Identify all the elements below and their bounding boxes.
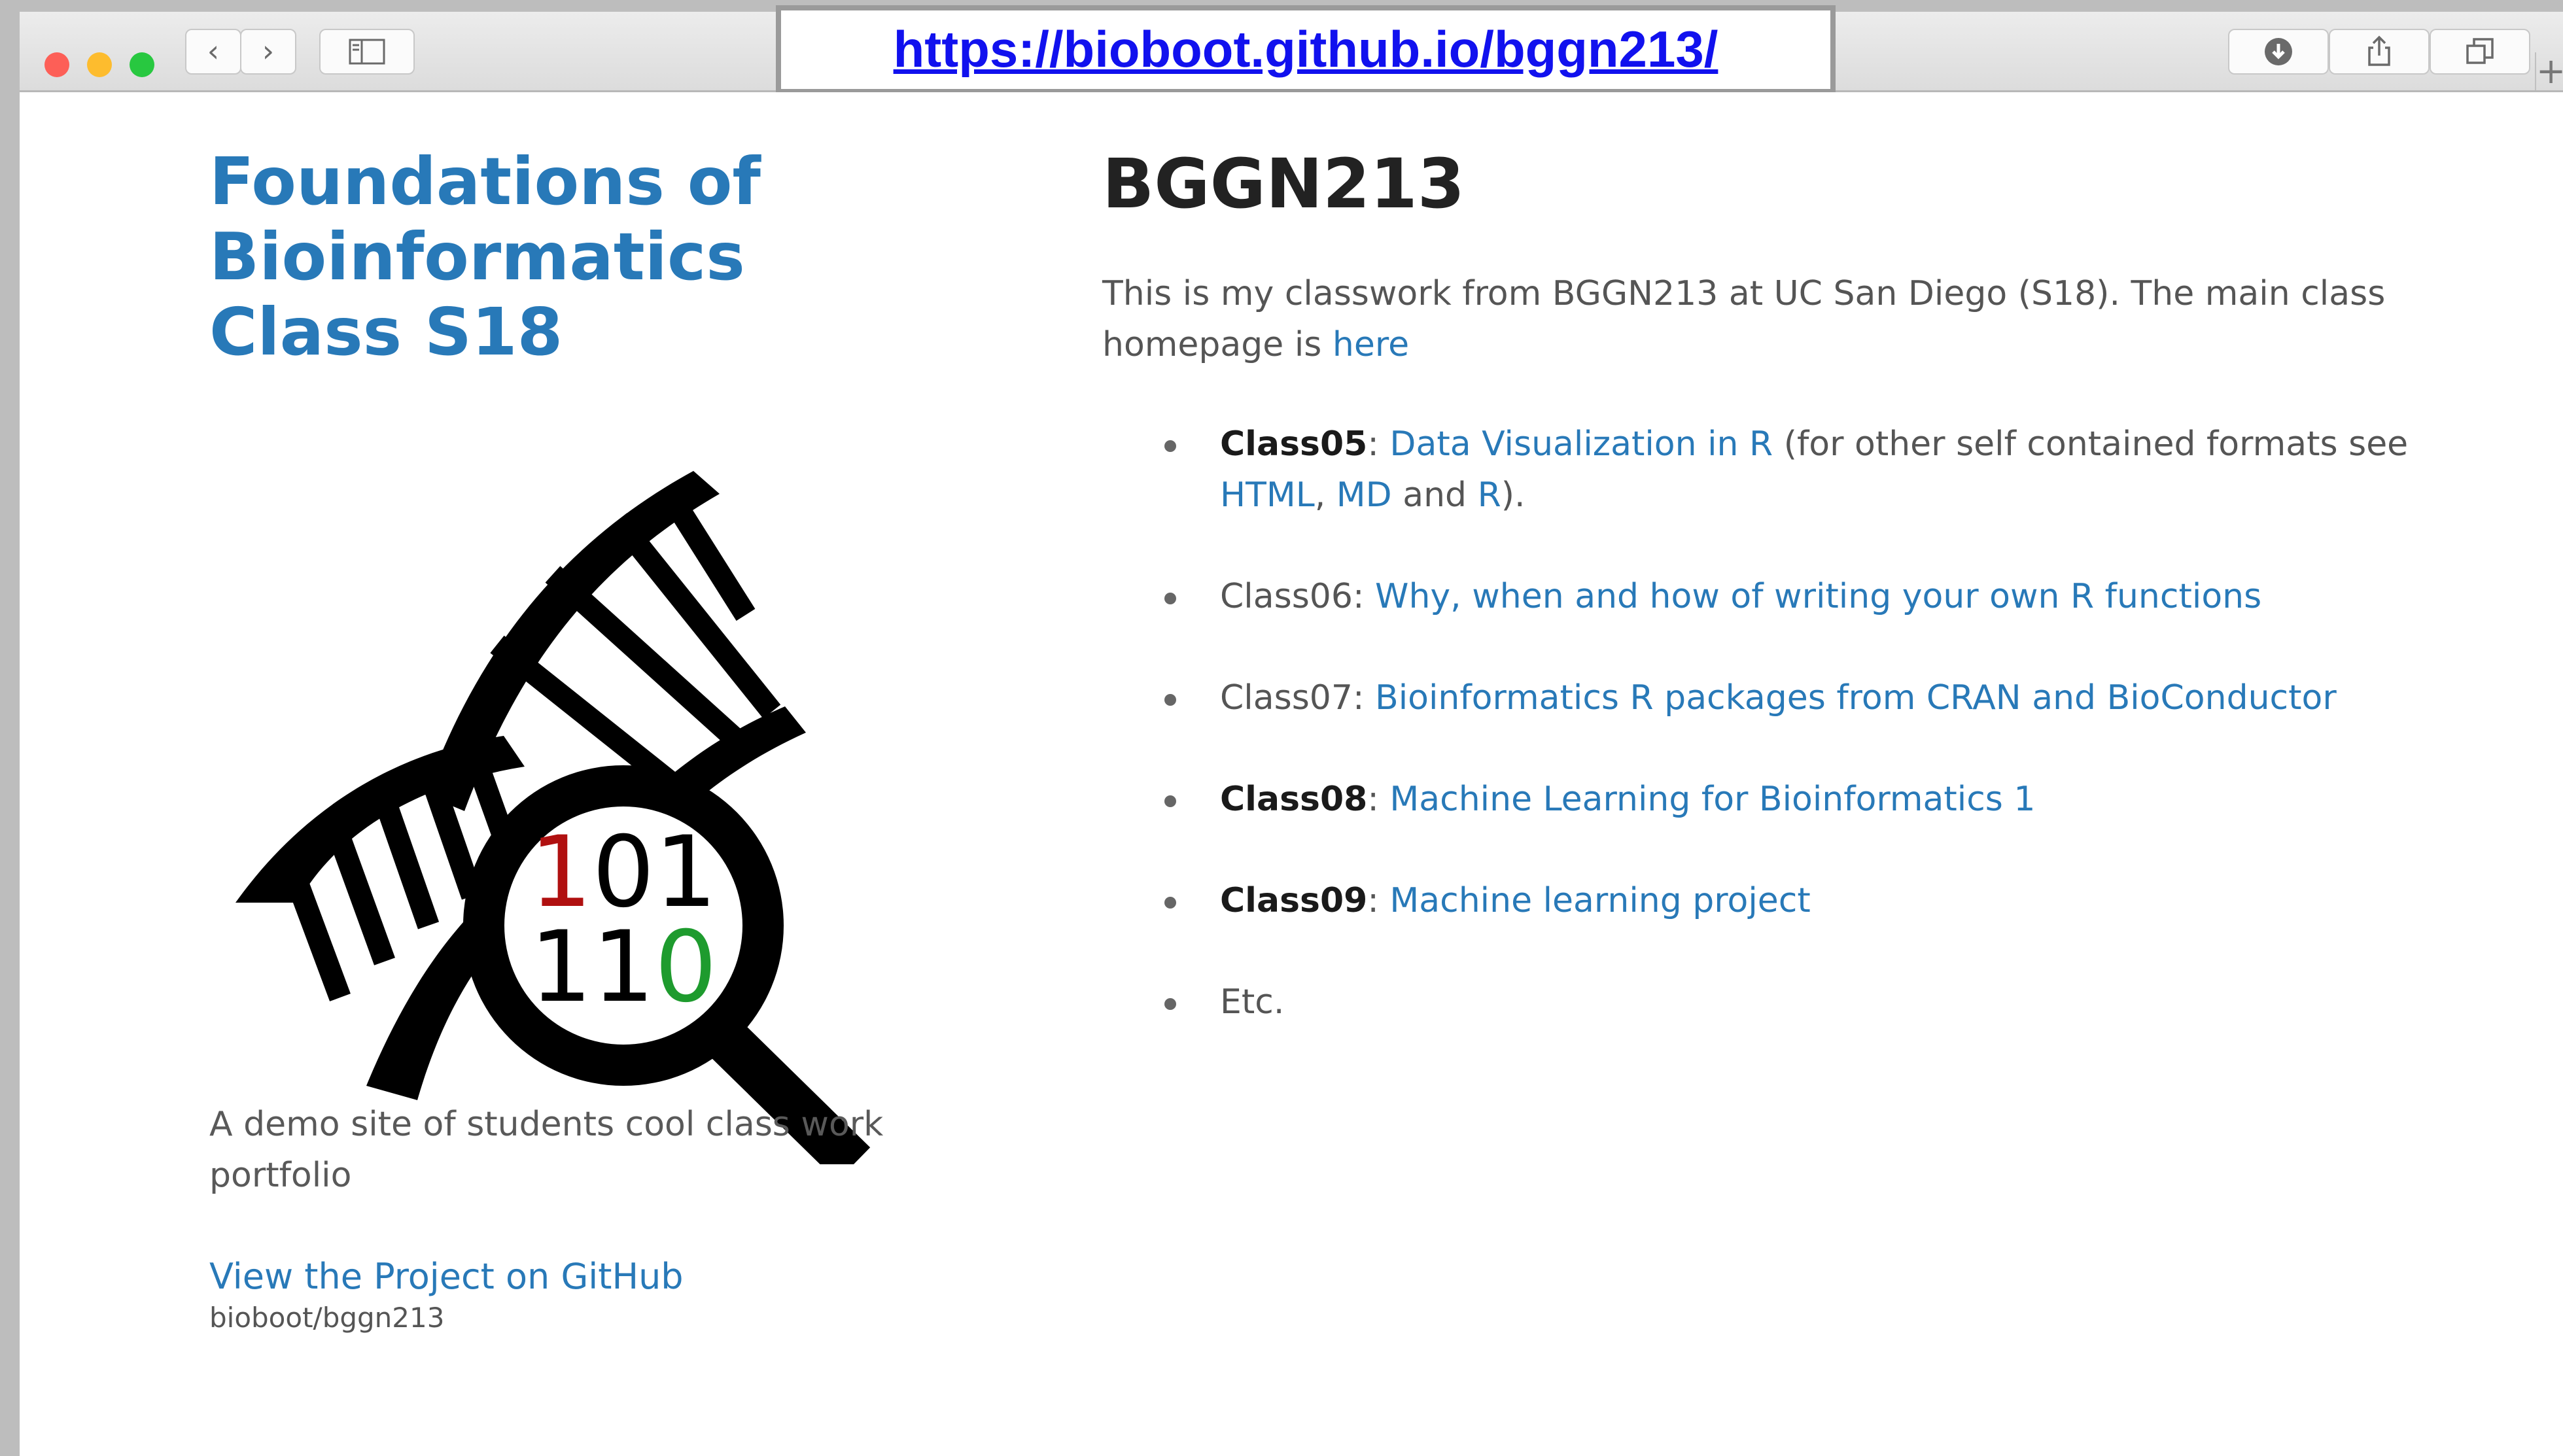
plus-icon: + xyxy=(2536,50,2563,92)
bullet-icon xyxy=(1164,593,1176,604)
class06-link[interactable]: Why, when and how of writing your own R … xyxy=(1375,577,2261,616)
page-heading: BGGN213 xyxy=(1102,144,1465,224)
class-label: Class09 xyxy=(1220,881,1368,920)
class-label: Class06: xyxy=(1220,577,1365,616)
list-item: Class07: Bioinformatics R packages from … xyxy=(1164,672,2505,723)
site-title-line: Bioinformatics xyxy=(209,218,745,295)
sidebar-toggle-button[interactable] xyxy=(319,29,415,75)
share-button[interactable] xyxy=(2329,29,2430,75)
class08-link[interactable]: Machine Learning for Bioinformatics 1 xyxy=(1389,780,2035,819)
window-frame-left xyxy=(0,0,20,1456)
new-tab-button[interactable]: + xyxy=(2535,52,2563,90)
item-note: (for other self contained formats see xyxy=(1783,425,2409,464)
bullet-icon xyxy=(1164,795,1176,807)
intro-paragraph: This is my classwork from BGGN213 at UC … xyxy=(1102,268,2509,370)
site-title-line: Foundations of xyxy=(209,143,761,220)
list-item: Class06: Why, when and how of writing yo… xyxy=(1164,571,2505,622)
label-separator: : xyxy=(1367,425,1379,464)
bullet-icon xyxy=(1164,897,1176,909)
tabs-overview-button[interactable] xyxy=(2430,29,2530,75)
tabs-icon xyxy=(2466,38,2494,64)
list-item: Etc. xyxy=(1164,977,2505,1028)
maximize-window-button[interactable] xyxy=(130,52,154,77)
sidebar-icon xyxy=(349,39,385,65)
class-label: Class05 xyxy=(1220,425,1368,464)
class-label: Class07: xyxy=(1220,678,1365,718)
etc-label: Etc. xyxy=(1220,982,1285,1022)
site-title[interactable]: Foundations of Bioinformatics Class S18 xyxy=(209,144,798,370)
back-button[interactable]: ‹ xyxy=(185,29,241,75)
label-separator: : xyxy=(1367,881,1379,920)
dna-magnifier-logo: 101 110 xyxy=(235,471,871,1164)
intro-text: This is my classwork from BGGN213 at UC … xyxy=(1102,274,2386,364)
site-tagline: A demo site of students cool class work … xyxy=(209,1105,884,1195)
site-title-line: Class S18 xyxy=(209,294,563,370)
list-item: Class09: Machine learning project xyxy=(1164,875,2505,926)
class-list: Class05: Data Visualization in R (for ot… xyxy=(1164,419,2505,1078)
minimize-window-button[interactable] xyxy=(87,52,112,77)
list-item: Class05: Data Visualization in R (for ot… xyxy=(1164,419,2505,521)
github-repo-name: bioboot/bggn213 xyxy=(209,1302,445,1334)
share-icon xyxy=(2368,35,2390,66)
class09-link[interactable]: Machine learning project xyxy=(1389,881,1810,920)
view-on-github-link[interactable]: View the Project on GitHub xyxy=(209,1256,684,1297)
chevron-right-icon: › xyxy=(262,33,275,69)
class07-link[interactable]: Bioinformatics R packages from CRAN and … xyxy=(1375,678,2337,718)
class05-link[interactable]: Data Visualization in R xyxy=(1389,425,1773,464)
class-homepage-link[interactable]: here xyxy=(1333,325,1409,364)
bullet-icon xyxy=(1164,998,1176,1010)
label-separator: : xyxy=(1367,780,1379,819)
logo-digits-bottom: 110 xyxy=(530,910,717,1024)
forward-button[interactable]: › xyxy=(240,29,296,75)
comma: , xyxy=(1314,476,1326,515)
address-bar[interactable]: https://bioboot.github.io/bggn213/ xyxy=(776,5,1836,94)
md-link[interactable]: MD xyxy=(1336,476,1392,515)
downloads-button[interactable] xyxy=(2228,29,2329,75)
list-item: Class08: Machine Learning for Bioinforma… xyxy=(1164,774,2505,825)
class-label: Class08 xyxy=(1220,780,1368,819)
download-icon xyxy=(2265,38,2292,65)
and-word: and xyxy=(1403,476,1467,515)
item-end: ). xyxy=(1501,476,1526,515)
chevron-left-icon: ‹ xyxy=(207,33,220,69)
bullet-icon xyxy=(1164,440,1176,452)
html-link[interactable]: HTML xyxy=(1220,476,1315,515)
bullet-icon xyxy=(1164,694,1176,706)
address-url[interactable]: https://bioboot.github.io/bggn213/ xyxy=(894,20,1718,78)
close-window-button[interactable] xyxy=(44,52,69,77)
r-link[interactable]: R xyxy=(1478,476,1501,515)
